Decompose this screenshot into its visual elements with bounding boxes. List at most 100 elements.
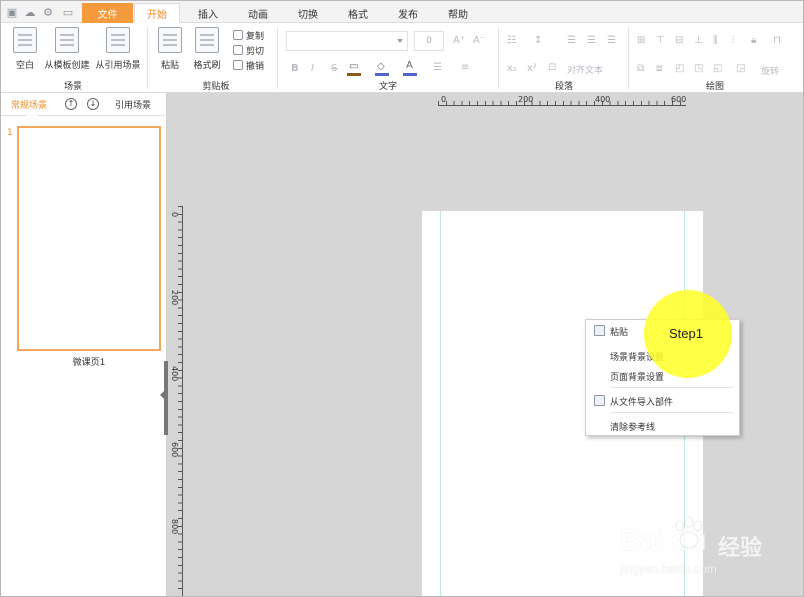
scene-panel-tabs: 常规场景 ↑ ↓ 引用场景 [1,93,167,116]
align-top-icon[interactable]: ⊤ [656,35,665,46]
format-painter-icon [195,27,219,53]
tab-publish[interactable]: 发布 [387,3,429,23]
font-shrink-icon[interactable]: A⁻ [473,35,485,46]
horizontal-ruler [438,95,686,106]
menu-divider [610,387,734,388]
guide-line[interactable] [440,211,441,596]
send-backward-icon[interactable]: ◲ [736,63,745,74]
paste-icon [158,27,182,53]
ungroup-icon[interactable]: ⧈ [656,63,662,74]
strikethrough-button[interactable]: S [331,63,337,74]
scissors-icon [233,45,243,55]
line-width-icon[interactable]: ≡ [461,62,469,73]
panel-splitter[interactable] [160,361,168,435]
from-ref-scene-button[interactable]: 从引用场景 [96,27,141,73]
font-grow-icon[interactable]: A⁺ [453,35,465,46]
v-ruler-label: 200 [170,290,179,306]
highlight-swatch [375,73,389,76]
undo-icon [233,60,243,70]
move-down-icon[interactable]: ↓ [87,98,99,110]
italic-button[interactable]: I [311,63,314,74]
scene-panel: 常规场景 ↑ ↓ 引用场景 1 微课页1 [1,93,167,596]
slide-thumbnail[interactable] [17,126,161,351]
font-color-icon[interactable]: A [406,60,413,71]
menu-item-clear-guides[interactable]: 清除参考线 [610,420,655,433]
cut-button[interactable]: 剪切 [233,44,265,57]
vertical-align-icon[interactable]: ⊡ [548,62,556,73]
paste-label: 粘贴 [160,61,179,71]
save-icon[interactable]: ▣ [5,5,19,19]
tab-home[interactable]: 开始 [134,3,180,23]
bold-button[interactable]: B [291,63,299,74]
send-back-icon[interactable]: ◳ [694,63,703,74]
title-menu-bar: ▣ ☁ ⚙ ▭ 文件 开始 插入 动画 切换 格式 发布 帮助 [1,1,803,23]
scene-group-label: 场景 [63,82,82,92]
template-icon [55,27,79,53]
fill-color-swatch [347,73,361,76]
unlock-icon[interactable]: ⊓ [773,35,781,46]
app-window: ▣ ☁ ⚙ ▭ 文件 开始 插入 动画 切换 格式 发布 帮助 空白 从模板创建… [0,0,804,597]
cloud-icon[interactable]: ☁ [23,5,37,19]
divider [277,27,278,89]
group-icon[interactable]: ⧉ [637,63,644,74]
from-template-button[interactable]: 从模板创建 [44,27,90,73]
paragraph-group-label: 段落 [554,82,573,92]
align-middle-icon[interactable]: ⊟ [675,35,683,46]
font-size-input[interactable]: 0 [414,31,444,51]
format-painter-label: 格式刷 [193,61,221,71]
align-left-icon[interactable]: ☰ [567,35,576,46]
rotate-button[interactable]: 旋转 [761,64,779,77]
align-text-button[interactable]: 对齐文本 [567,63,603,76]
tab-animation[interactable]: 动画 [237,3,279,23]
h-ruler-label: 200 [518,95,534,104]
menu-item-page-bg[interactable]: 页面背景设置 [610,370,664,383]
divider [498,27,499,89]
tab-normal-scene[interactable]: 常规场景 [11,98,47,111]
line-style-icon[interactable]: ☰ [433,62,442,73]
undo-button[interactable]: 撤销 [233,59,264,72]
menu-divider [610,412,734,413]
fill-color-icon[interactable]: ▭ [349,61,358,72]
slide-number: 1 [7,128,13,138]
distribute-icon[interactable]: ⫼ [713,35,718,46]
line-spacing-icon[interactable]: ↕ [534,35,542,46]
h-ruler-label: 400 [595,95,611,104]
align-center-icon[interactable]: ☰ [587,35,596,46]
copy-button[interactable]: 复制 [233,29,265,42]
v-ruler-label: 800 [170,519,179,535]
menu-item-import[interactable]: 从文件导入部件 [610,395,673,408]
move-up-icon[interactable]: ↑ [65,98,77,110]
from-template-label: 从模板创建 [44,61,90,71]
align-objects-icon[interactable]: ⊞ [637,35,645,46]
superscript-icon[interactable]: x² [527,63,537,74]
tab-transition[interactable]: 切换 [287,3,329,23]
settings-icon[interactable]: ⚙ [41,5,55,19]
monitor-icon[interactable]: ▭ [61,5,75,19]
file-menu[interactable]: 文件 [82,3,133,23]
tab-ref-scene[interactable]: 引用场景 [115,98,151,111]
copy-label: 复制 [246,31,265,42]
blank-scene-button[interactable]: 空白 [3,27,47,73]
align-bottom-icon[interactable]: ⊥ [694,35,703,46]
menu-item-paste[interactable]: 粘贴 [610,325,628,338]
v-ruler-label: 0 [170,212,179,218]
highlight-icon[interactable]: ◇ [377,61,385,72]
distribute-v-icon[interactable]: ⫶ [732,35,735,46]
format-painter-button[interactable]: 格式刷 [185,27,229,73]
watermark-url: jingyan.baidu.com [620,562,717,576]
step-label: Step1 [669,326,703,341]
subscript-icon[interactable]: x₂ [507,63,517,74]
bring-forward-icon[interactable]: ◱ [713,63,722,74]
font-family-select[interactable] [286,31,408,51]
tab-format[interactable]: 格式 [337,3,379,23]
tab-help[interactable]: 帮助 [437,3,479,23]
cut-label: 剪切 [246,46,265,57]
slide-label: 微课页1 [72,358,106,368]
bullet-list-icon[interactable]: ☷ [507,35,516,46]
blank-scene-icon [13,27,37,53]
blank-scene-label: 空白 [15,61,34,71]
align-right-icon[interactable]: ☰ [607,35,616,46]
lock-icon[interactable]: 🔒︎ [751,35,756,46]
tab-insert[interactable]: 插入 [187,3,229,23]
bring-front-icon[interactable]: ◰ [675,63,684,74]
